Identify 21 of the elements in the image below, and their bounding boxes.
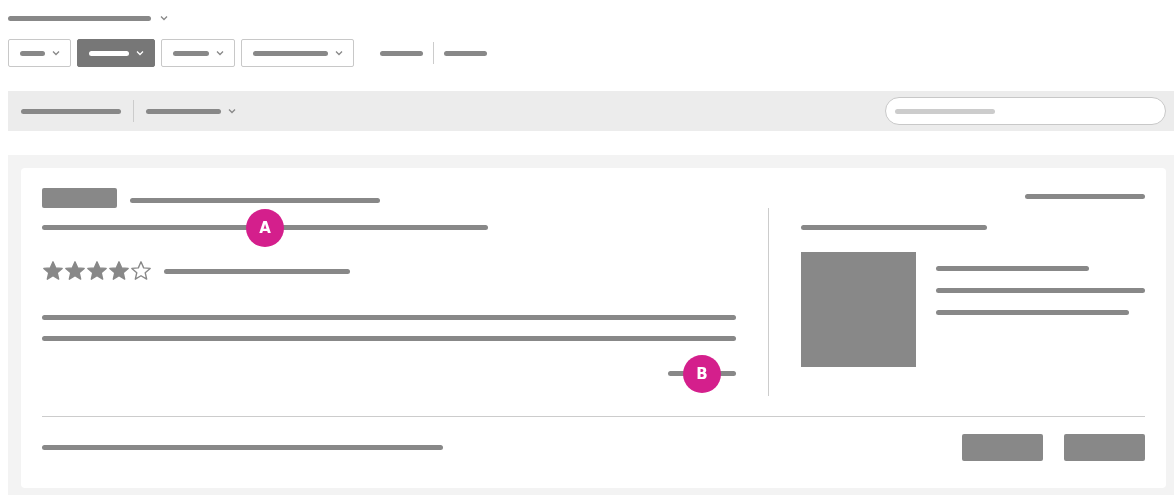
chevron-down-icon[interactable] <box>159 13 169 23</box>
chevron-down-icon[interactable] <box>227 106 237 116</box>
star-icon <box>130 260 152 282</box>
star-icon <box>108 260 130 282</box>
chevron-down-icon <box>51 48 61 58</box>
text-placeholder[interactable] <box>146 108 221 114</box>
chevron-down-icon <box>334 48 344 58</box>
dropdown-button[interactable] <box>241 39 354 67</box>
search-field[interactable] <box>885 97 1166 125</box>
star-icon <box>86 260 108 282</box>
chevron-down-icon <box>215 48 225 58</box>
dropdown-button[interactable] <box>77 39 155 67</box>
star-icon <box>64 260 86 282</box>
link-placeholder[interactable] <box>444 50 487 56</box>
chevron-down-icon <box>135 48 145 58</box>
dropdown-button[interactable] <box>8 39 71 67</box>
callout-badge: A <box>246 209 284 247</box>
callout-badge: B <box>683 355 721 393</box>
dropdown-button[interactable] <box>161 39 235 67</box>
link-placeholder[interactable] <box>380 50 423 56</box>
star-icon <box>42 260 64 282</box>
